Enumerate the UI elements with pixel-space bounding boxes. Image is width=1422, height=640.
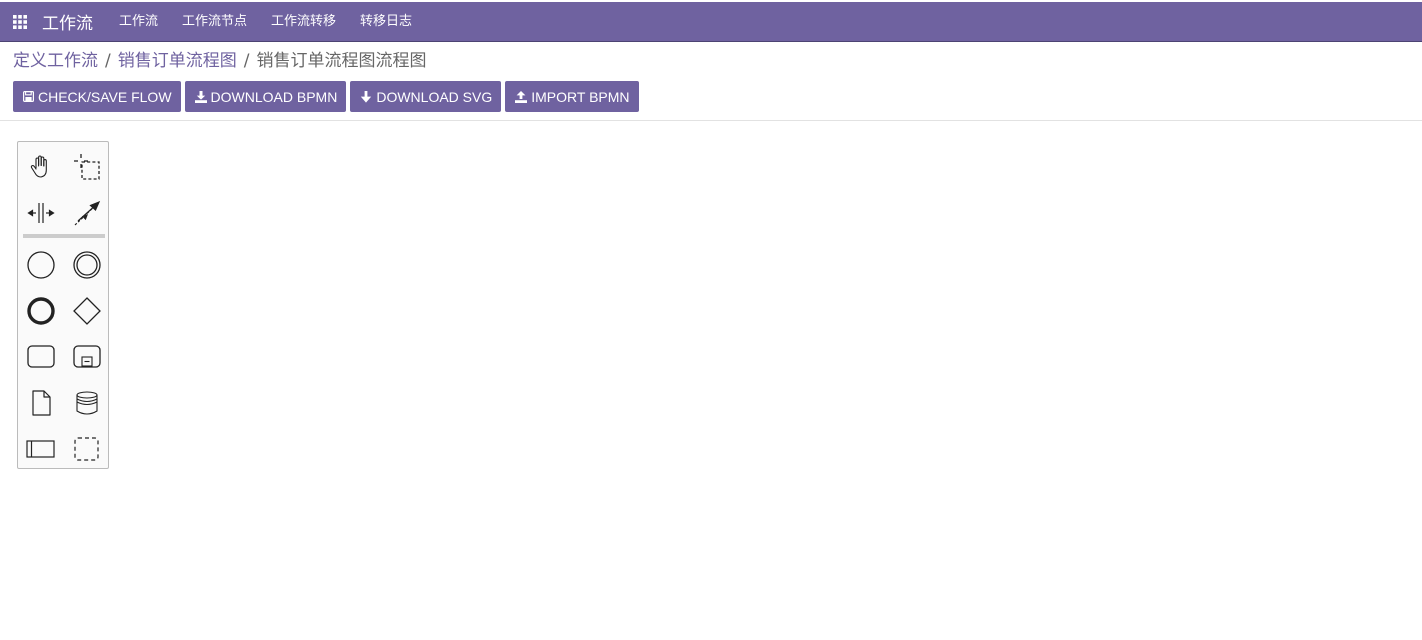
bpmn-canvas[interactable]: [0, 121, 1422, 640]
bpmn-palette: [17, 141, 109, 469]
breadcrumb-separator: /: [243, 51, 250, 71]
data-object-icon[interactable]: [24, 386, 58, 420]
download-bpmn-button[interactable]: DOWNLOAD BPMN: [184, 81, 347, 112]
download-svg-button[interactable]: DOWNLOAD SVG: [350, 81, 502, 112]
intermediate-event-icon[interactable]: [70, 248, 104, 282]
download-svg-label: DOWNLOAD SVG: [376, 88, 493, 105]
menu-item-workflow[interactable]: 工作流: [107, 2, 170, 41]
upload-icon: [515, 90, 528, 103]
breadcrumb-separator: /: [105, 51, 111, 71]
top-navbar: 工作流 工作流 工作流节点 工作流转移 转移日志: [0, 2, 1422, 42]
group-icon[interactable]: [70, 432, 104, 466]
breadcrumb-sales-order-flowchart[interactable]: 销售订单流程图: [118, 49, 237, 73]
breadcrumb-current: 销售订单流程图流程图: [256, 51, 427, 71]
check-save-flow-label: CHECK/SAVE FLOW: [38, 88, 172, 105]
data-store-icon[interactable]: [70, 386, 104, 420]
menu-item-transition-log[interactable]: 转移日志: [348, 2, 424, 41]
global-connect-tool-icon[interactable]: [70, 196, 104, 230]
download-icon: [194, 90, 207, 103]
menu-item-workflow-transitions[interactable]: 工作流转移: [259, 2, 348, 41]
import-bpmn-label: IMPORT BPMN: [531, 88, 630, 105]
import-bpmn-button[interactable]: IMPORT BPMN: [505, 81, 639, 112]
app-title[interactable]: 工作流: [42, 9, 93, 34]
save-icon: [23, 91, 34, 102]
arrow-down-icon: [360, 90, 372, 103]
hand-tool-icon[interactable]: [24, 150, 58, 184]
palette-separator: [23, 234, 105, 238]
toolbar: CHECK/SAVE FLOW DOWNLOAD BPMN DOWNLOAD S…: [13, 81, 639, 112]
gateway-icon[interactable]: [70, 294, 104, 328]
apps-menu-icon[interactable]: [0, 2, 40, 41]
breadcrumb-define-workflow[interactable]: 定义工作流: [13, 49, 98, 73]
participant-pool-icon[interactable]: [24, 432, 58, 466]
lasso-tool-icon[interactable]: [70, 150, 104, 184]
menu-item-workflow-nodes[interactable]: 工作流节点: [170, 2, 259, 41]
breadcrumb: 定义工作流 / 销售订单流程图 / 销售订单流程图流程图: [13, 49, 426, 73]
check-save-flow-button[interactable]: CHECK/SAVE FLOW: [13, 81, 181, 112]
end-event-icon[interactable]: [24, 294, 58, 328]
start-event-icon[interactable]: [24, 248, 58, 282]
space-tool-icon[interactable]: [24, 196, 58, 230]
subprocess-icon[interactable]: [70, 340, 104, 374]
task-icon[interactable]: [24, 340, 58, 374]
download-bpmn-label: DOWNLOAD BPMN: [210, 88, 338, 105]
